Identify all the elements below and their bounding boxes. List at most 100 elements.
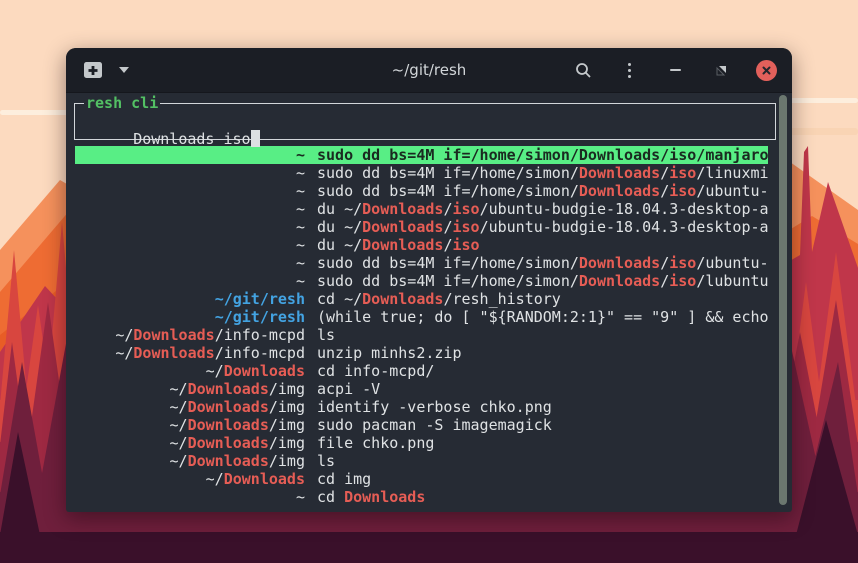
column-gap <box>305 308 317 326</box>
history-row[interactable]: ~/git/resh(while true; do [ "${RANDOM:2:… <box>75 308 768 326</box>
chevron-down-icon[interactable] <box>119 67 129 73</box>
history-row[interactable]: ~/Downloadscd img <box>75 470 768 488</box>
match-highlight: iso <box>452 236 479 254</box>
row-command: file chko.png <box>317 434 768 452</box>
history-row[interactable]: ~sudo dd bs=4M if=/home/simon/Downloads/… <box>75 182 768 200</box>
match-highlight: Downloads <box>579 182 660 200</box>
row-directory: ~/Downloads/info-mcpd <box>75 344 305 362</box>
history-row[interactable]: ~du ~/Downloads/iso/ubuntu-budgie-18.04.… <box>75 218 768 236</box>
match-highlight: iso <box>669 182 696 200</box>
text-segment: ~ <box>296 488 305 506</box>
resh-box-label: resh cli <box>84 94 160 112</box>
search-query-text: Downloads iso <box>133 130 250 148</box>
row-directory: ~ <box>75 272 305 290</box>
text-segment: ~/ <box>206 470 224 488</box>
match-highlight: Downloads <box>188 416 269 434</box>
match-highlight: Downloads <box>224 470 305 488</box>
match-highlight: iso <box>669 254 696 272</box>
row-directory: ~ <box>75 182 305 200</box>
text-segment: du ~/ <box>317 200 362 218</box>
history-row[interactable]: ~du ~/Downloads/iso/ubuntu-budgie-18.04.… <box>75 200 768 218</box>
titlebar[interactable]: ~/git/resh <box>66 48 792 93</box>
text-segment: ~ <box>296 218 305 236</box>
text-segment: /img <box>269 452 305 470</box>
match-highlight: Downloads <box>188 434 269 452</box>
match-highlight: Downloads <box>362 236 443 254</box>
match-highlight: iso <box>669 272 696 290</box>
text-segment: unzip minhs2.zip <box>317 344 462 362</box>
match-highlight: iso <box>452 200 479 218</box>
history-row[interactable]: ~/Downloads/imgsudo pacman -S imagemagic… <box>75 416 768 434</box>
text-cursor <box>251 130 260 147</box>
history-row[interactable]: ~/Downloads/info-mcpd unzip minhs2.zip <box>75 344 768 362</box>
column-gap <box>305 200 317 218</box>
close-button[interactable] <box>756 60 777 81</box>
history-row[interactable]: ~/git/reshcd ~/Downloads/resh_history <box>75 290 768 308</box>
history-row[interactable]: ~sudo dd bs=4M if=/home/simon/Downloads/… <box>75 164 768 182</box>
text-segment: ~ <box>296 272 305 290</box>
magnifier-icon <box>575 62 592 79</box>
cwd-highlight: ~/git/resh <box>215 308 305 326</box>
row-command: sudo dd bs=4M if=/home/simon/Downloads/i… <box>317 254 768 272</box>
column-gap <box>305 488 317 506</box>
history-row[interactable]: ~du ~/Downloads/iso <box>75 236 768 254</box>
search-button[interactable] <box>572 59 594 81</box>
text-segment: ~/ <box>170 416 188 434</box>
text-segment: / <box>660 254 669 272</box>
text-segment: identify -verbose chko.png <box>317 398 552 416</box>
history-row[interactable]: ~/Downloads/img identify -verbose chko.pn… <box>75 398 768 416</box>
history-row[interactable]: ~/Downloads/imgls <box>75 452 768 470</box>
match-highlight: iso <box>452 218 479 236</box>
new-tab-button[interactable] <box>81 60 105 80</box>
column-gap <box>305 380 317 398</box>
column-gap <box>305 362 317 380</box>
window-title: ~/git/resh <box>392 61 467 79</box>
match-highlight: Downloads <box>188 452 269 470</box>
text-segment: du ~/ <box>317 218 362 236</box>
text-segment: cd ~/ <box>317 290 362 308</box>
history-row[interactable]: ~/Downloads/info-mcpdls <box>75 326 768 344</box>
match-highlight: iso <box>669 164 696 182</box>
row-command: acpi -V <box>317 380 768 398</box>
text-segment: ~ <box>296 164 305 182</box>
text-segment: /ubuntu- <box>696 182 768 200</box>
history-row[interactable]: ~/Downloads/img acpi -V <box>75 380 768 398</box>
text-segment: /ubuntu- <box>696 254 768 272</box>
history-row[interactable]: ~ cd Downloads <box>75 488 768 506</box>
minimize-button[interactable] <box>664 59 686 81</box>
row-directory: ~ <box>75 164 305 182</box>
row-directory: ~/Downloads/img <box>75 452 305 470</box>
row-directory: ~/Downloads/img <box>75 380 305 398</box>
row-command: sudo dd bs=4M if=/home/simon/Downloads/i… <box>317 146 768 164</box>
text-segment: sudo dd bs=4M if=/home/simon/ <box>317 254 579 272</box>
row-command: sudo pacman -S imagemagick <box>317 416 768 434</box>
row-command: cd Downloads <box>317 488 768 506</box>
row-directory: ~/Downloads/img <box>75 398 305 416</box>
history-row[interactable]: ~/Downloads/imgfile chko.png <box>75 434 768 452</box>
text-segment: ~ <box>296 254 305 272</box>
restore-button[interactable] <box>710 59 732 81</box>
row-command: du ~/Downloads/iso/ubuntu-budgie-18.04.3… <box>317 200 768 218</box>
resh-search-box[interactable]: resh cli Downloads iso <box>74 103 776 140</box>
text-segment: / <box>660 182 669 200</box>
row-command: cd ~/Downloads/resh_history <box>317 290 768 308</box>
column-gap <box>305 236 317 254</box>
text-segment: ~/ <box>170 452 188 470</box>
history-row[interactable]: ~/Downloadscd info-mcpd/ <box>75 362 768 380</box>
history-row[interactable]: ~ sudo dd bs=4M if=/home/simon/Downloads/… <box>75 254 768 272</box>
column-gap <box>305 182 317 200</box>
text-segment: ~/ <box>115 344 133 362</box>
text-segment: sudo dd bs=4M if=/home/simon/ <box>317 272 579 290</box>
column-gap <box>305 416 317 434</box>
column-gap <box>305 272 317 290</box>
history-row[interactable]: ~sudo dd bs=4M if=/home/simon/Downloads/… <box>75 272 768 290</box>
text-segment: /linuxmi <box>696 164 768 182</box>
row-command: unzip minhs2.zip <box>317 344 768 362</box>
match-highlight: Downloads <box>188 380 269 398</box>
menu-button[interactable] <box>618 59 640 81</box>
row-command: identify -verbose chko.png <box>317 398 768 416</box>
row-command: ls <box>317 326 768 344</box>
scrollbar-thumb[interactable] <box>779 95 787 505</box>
row-directory: ~/git/resh <box>75 308 305 326</box>
row-directory: ~/Downloads <box>75 362 305 380</box>
